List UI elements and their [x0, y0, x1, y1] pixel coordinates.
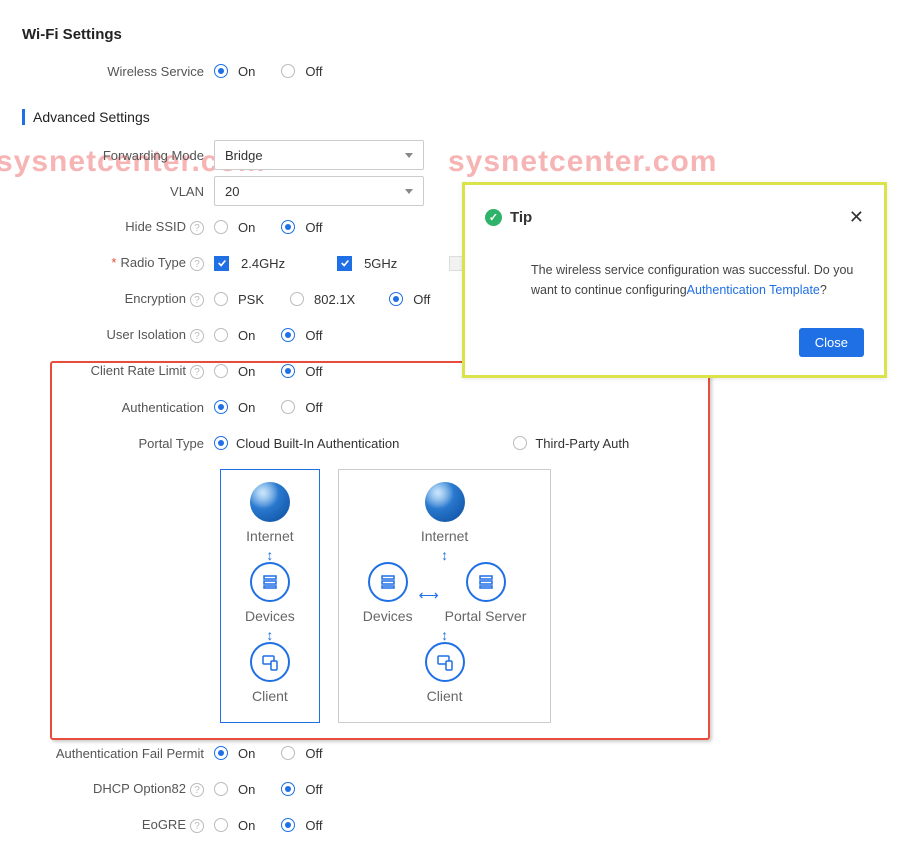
- label-eogre: EoGRE?: [0, 817, 214, 834]
- check-icon: ✓: [485, 209, 502, 226]
- globe-icon: [250, 482, 290, 522]
- arrow-icon: ⟷: [419, 587, 439, 604]
- label-encryption: Encryption?: [0, 291, 214, 308]
- auth-template-link[interactable]: Authentication Template: [687, 283, 820, 297]
- client-icon: [425, 642, 465, 682]
- help-icon[interactable]: ?: [190, 365, 204, 379]
- radio-portal-thirdparty[interactable]: [513, 436, 527, 450]
- arrow-icon: ↕: [266, 630, 273, 640]
- radio-eogre-off[interactable]: [281, 818, 295, 832]
- radio-afp-off[interactable]: [281, 746, 295, 760]
- radio-crl-on[interactable]: [214, 364, 228, 378]
- radio-hidessid-on[interactable]: [214, 220, 228, 234]
- portal-diagram-cloud[interactable]: Internet ↕ Devices ↕ Client: [220, 469, 320, 723]
- globe-icon: [425, 482, 465, 522]
- radio-afp-on[interactable]: [214, 746, 228, 760]
- radio-wireless-on[interactable]: [214, 64, 228, 78]
- server-icon: [368, 562, 408, 602]
- radio-enc-off[interactable]: [389, 292, 403, 306]
- radio-enc-dot1x[interactable]: [290, 292, 304, 306]
- help-icon[interactable]: ?: [190, 783, 204, 797]
- chk-24ghz[interactable]: [214, 256, 229, 271]
- modal-title: Tip: [510, 209, 532, 226]
- help-icon[interactable]: ?: [190, 293, 204, 307]
- label-auth-fail-permit: Authentication Fail Permit: [0, 746, 214, 761]
- server-icon: [250, 562, 290, 602]
- arrow-icon: ↕: [441, 550, 448, 560]
- label-vlan: VLAN: [0, 184, 214, 199]
- page-title: Wi-Fi Settings: [0, 0, 898, 43]
- radio-auth-on[interactable]: [214, 400, 228, 414]
- radio-wireless-off[interactable]: [281, 64, 295, 78]
- radio-iso-on[interactable]: [214, 328, 228, 342]
- label-wireless-service: Wireless Service: [0, 64, 214, 79]
- close-button[interactable]: Close: [799, 328, 864, 357]
- label-hide-ssid: Hide SSID?: [0, 219, 214, 236]
- label-user-isolation: User Isolation?: [0, 327, 214, 344]
- chk-5ghz[interactable]: [337, 256, 352, 271]
- radio-enc-psk[interactable]: [214, 292, 228, 306]
- label-dhcp-option82: DHCP Option82?: [0, 781, 214, 798]
- radio-eogre-on[interactable]: [214, 818, 228, 832]
- radio-auth-off[interactable]: [281, 400, 295, 414]
- label-authentication: Authentication: [0, 400, 214, 415]
- help-icon[interactable]: ?: [190, 329, 204, 343]
- help-icon[interactable]: ?: [190, 221, 204, 235]
- client-icon: [250, 642, 290, 682]
- section-advanced-settings: Advanced Settings: [0, 89, 898, 137]
- arrow-icon: ↕: [266, 550, 273, 560]
- label-radio-type: Radio Type?: [0, 255, 214, 272]
- label-portal-type: Portal Type: [0, 436, 214, 451]
- portal-diagram-thirdparty[interactable]: Internet ↕ Devices ⟷ Portal Server ↕ Cli…: [338, 469, 552, 723]
- close-icon[interactable]: ✕: [849, 207, 864, 228]
- label-client-rate-limit: Client Rate Limit?: [0, 363, 214, 380]
- help-icon[interactable]: ?: [190, 257, 204, 271]
- tip-modal: ✓ Tip ✕ The wireless service configurati…: [462, 182, 887, 378]
- radio-portal-cloud[interactable]: [214, 436, 228, 450]
- help-icon[interactable]: ?: [190, 819, 204, 833]
- radio-dhcp-off[interactable]: [281, 782, 295, 796]
- radio-dhcp-on[interactable]: [214, 782, 228, 796]
- radio-crl-off[interactable]: [281, 364, 295, 378]
- select-vlan[interactable]: 20: [214, 176, 424, 206]
- radio-hidessid-off[interactable]: [281, 220, 295, 234]
- label-forwarding-mode: Forwarding Mode: [0, 148, 214, 163]
- select-forwarding-mode[interactable]: Bridge: [214, 140, 424, 170]
- modal-message: The wireless service configuration was s…: [485, 260, 864, 300]
- server-icon: [466, 562, 506, 602]
- arrow-icon: ↕: [441, 630, 448, 640]
- radio-iso-off[interactable]: [281, 328, 295, 342]
